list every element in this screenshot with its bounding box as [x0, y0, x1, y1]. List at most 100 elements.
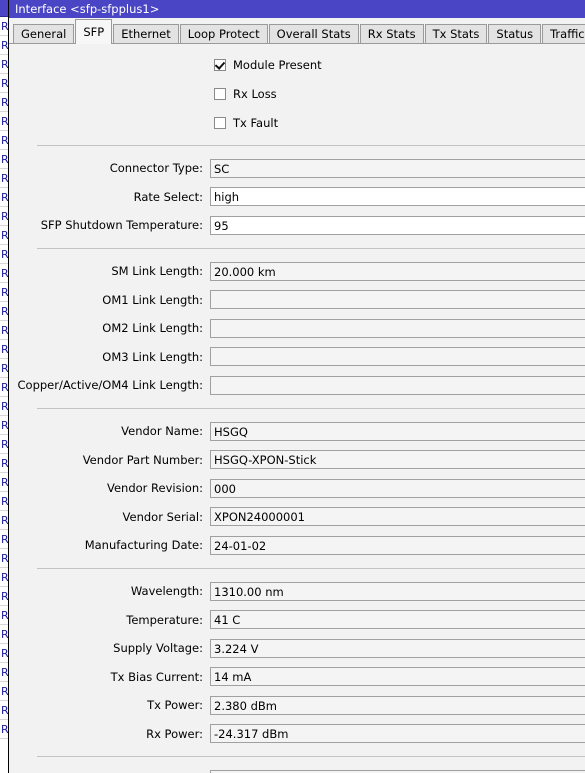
- dialog-titlebar[interactable]: Interface <sfp-sfpplus1>: [9, 0, 585, 18]
- section-separator: [9, 560, 585, 577]
- background-window-titlebar: [0, 0, 8, 17]
- tab-loop-protect[interactable]: Loop Protect: [179, 24, 268, 43]
- field-label: Vendor Name:: [121, 424, 203, 439]
- tab-strip: General SFP Ethernet Loop Protect Overall St…: [9, 18, 585, 44]
- field-row: Temperature: 41 C: [9, 605, 585, 634]
- background-window-row[interactable]: R: [0, 454, 8, 473]
- field-row: Rate Select: high: [9, 183, 585, 212]
- background-window-row[interactable]: R: [0, 378, 8, 397]
- background-window-row[interactable]: R: [0, 245, 8, 264]
- background-window-row[interactable]: R: [0, 226, 8, 245]
- field-input-connector-type: SC: [210, 158, 585, 178]
- field-label: OM3 Link Length:: [102, 349, 203, 364]
- checkbox-label: Module Present: [233, 57, 322, 72]
- field-row: Copper/Active/OM4 Link Length:: [9, 371, 585, 400]
- background-window-row[interactable]: R: [0, 264, 8, 283]
- field-label: SFP Shutdown Temperature:: [40, 218, 203, 233]
- section-separator: [9, 748, 585, 765]
- separator-line: [37, 407, 585, 409]
- field-input-om3-link-length: [210, 347, 585, 367]
- field-row: Connector Type: SC: [9, 154, 585, 183]
- field-input-manufacturing-date: 24-01-02: [210, 535, 585, 555]
- field-label: Temperature:: [126, 612, 203, 627]
- field-label: Manufacturing Date:: [84, 538, 203, 553]
- background-window-row[interactable]: R: [0, 74, 8, 93]
- separator-line: [37, 756, 585, 758]
- field-input-rate-select[interactable]: high: [210, 187, 585, 207]
- background-window-row[interactable]: R: [0, 188, 8, 207]
- background-window-row[interactable]: R: [0, 663, 8, 682]
- background-window-row[interactable]: R: [0, 568, 8, 587]
- background-window-row[interactable]: R: [0, 283, 8, 302]
- background-window-row[interactable]: R: [0, 207, 8, 226]
- background-window-row[interactable]: R: [0, 606, 8, 625]
- tab-ethernet[interactable]: Ethernet: [113, 24, 179, 43]
- sfp-tab-content: Module Present Rx Loss Tx Fault Connector T…: [9, 44, 585, 773]
- background-window-row[interactable]: R: [0, 36, 8, 55]
- background-window-row[interactable]: R: [0, 55, 8, 74]
- field-row: Vendor Name: HSGQ: [9, 417, 585, 446]
- field-label: Copper/Active/OM4 Link Length:: [17, 378, 203, 393]
- checkbox-row[interactable]: Rx Loss: [9, 79, 585, 108]
- checkbox-row[interactable]: Tx Fault: [9, 108, 585, 137]
- field-input-sfp-shutdown-temperature[interactable]: 95: [210, 215, 585, 235]
- field-input-vendor-part-number: HSGQ-XPON-Stick: [210, 450, 585, 470]
- field-input-om1-link-length: [210, 290, 585, 310]
- field-input-wavelength: 1310.00 nm: [210, 581, 585, 601]
- checkbox-rx-loss[interactable]: [214, 87, 226, 100]
- background-window-row[interactable]: R: [0, 150, 8, 169]
- field-label: Rx Power:: [146, 726, 203, 741]
- tab-sfp[interactable]: SFP: [75, 19, 113, 44]
- field-row: Vendor Serial: XPON24000001: [9, 503, 585, 532]
- field-row: Tx Power: 2.380 dBm: [9, 691, 585, 720]
- background-window-row[interactable]: R: [0, 169, 8, 188]
- background-window-row[interactable]: R: [0, 492, 8, 511]
- background-window-row[interactable]: R: [0, 435, 8, 454]
- field-input-temperature: 41 C: [210, 610, 585, 630]
- section-separator: [9, 137, 585, 154]
- background-window-row[interactable]: R: [0, 682, 8, 701]
- background-window-row[interactable]: R: [0, 397, 8, 416]
- field-label: Connector Type:: [109, 161, 203, 176]
- background-window-row[interactable]: R: [0, 17, 8, 36]
- background-window-row[interactable]: R: [0, 131, 8, 150]
- background-window-row[interactable]: R: [0, 644, 8, 663]
- tab-status[interactable]: Status: [488, 24, 542, 43]
- background-window-row[interactable]: R: [0, 587, 8, 606]
- background-window-row[interactable]: R: [0, 720, 8, 739]
- tab-overall-stats[interactable]: Overall Stats: [268, 24, 359, 43]
- background-window-row[interactable]: R: [0, 416, 8, 435]
- background-window-row[interactable]: R: [0, 473, 8, 492]
- field-input-om2-link-length: [210, 318, 585, 338]
- tab-tx-stats[interactable]: Tx Stats: [424, 24, 488, 43]
- background-window-row[interactable]: R: [0, 302, 8, 321]
- background-window-row[interactable]: R: [0, 93, 8, 112]
- background-window-row[interactable]: R: [0, 321, 8, 340]
- tab-general[interactable]: General: [13, 24, 75, 43]
- checkbox-label: Tx Fault: [233, 115, 279, 130]
- background-window-row[interactable]: R: [0, 625, 8, 644]
- field-row: Tx Bias Current: 14 mA: [9, 663, 585, 692]
- checkbox-label: Rx Loss: [233, 86, 277, 101]
- tab-traffic[interactable]: Traffic: [542, 24, 585, 43]
- field-row: MAC Address:: [9, 765, 585, 773]
- section-separator: [9, 400, 585, 417]
- checkbox-row[interactable]: Module Present: [9, 50, 585, 79]
- background-window-row[interactable]: R: [0, 112, 8, 131]
- background-window-row[interactable]: R: [0, 530, 8, 549]
- background-window-row[interactable]: R: [0, 359, 8, 378]
- checkbox-module-present[interactable]: [214, 58, 226, 71]
- field-row: Vendor Part Number: HSGQ-XPON-Stick: [9, 445, 585, 474]
- checkbox-tx-fault[interactable]: [214, 116, 226, 129]
- background-window-row[interactable]: R: [0, 340, 8, 359]
- field-input-vendor-serial: XPON24000001: [210, 507, 585, 527]
- background-window-strip[interactable]: RRRRRRRRRRRRRRRRRRRRRRRRRRRRRRRRRRRRRR: [0, 0, 9, 773]
- field-row: Manufacturing Date: 24-01-02: [9, 531, 585, 560]
- field-row: Rx Power: -24.317 dBm: [9, 720, 585, 749]
- background-window-row[interactable]: R: [0, 701, 8, 720]
- field-input-tx-power: 2.380 dBm: [210, 695, 585, 715]
- background-window-row[interactable]: R: [0, 549, 8, 568]
- section-separator: [9, 240, 585, 257]
- tab-rx-stats[interactable]: Rx Stats: [359, 24, 424, 43]
- background-window-row[interactable]: R: [0, 511, 8, 530]
